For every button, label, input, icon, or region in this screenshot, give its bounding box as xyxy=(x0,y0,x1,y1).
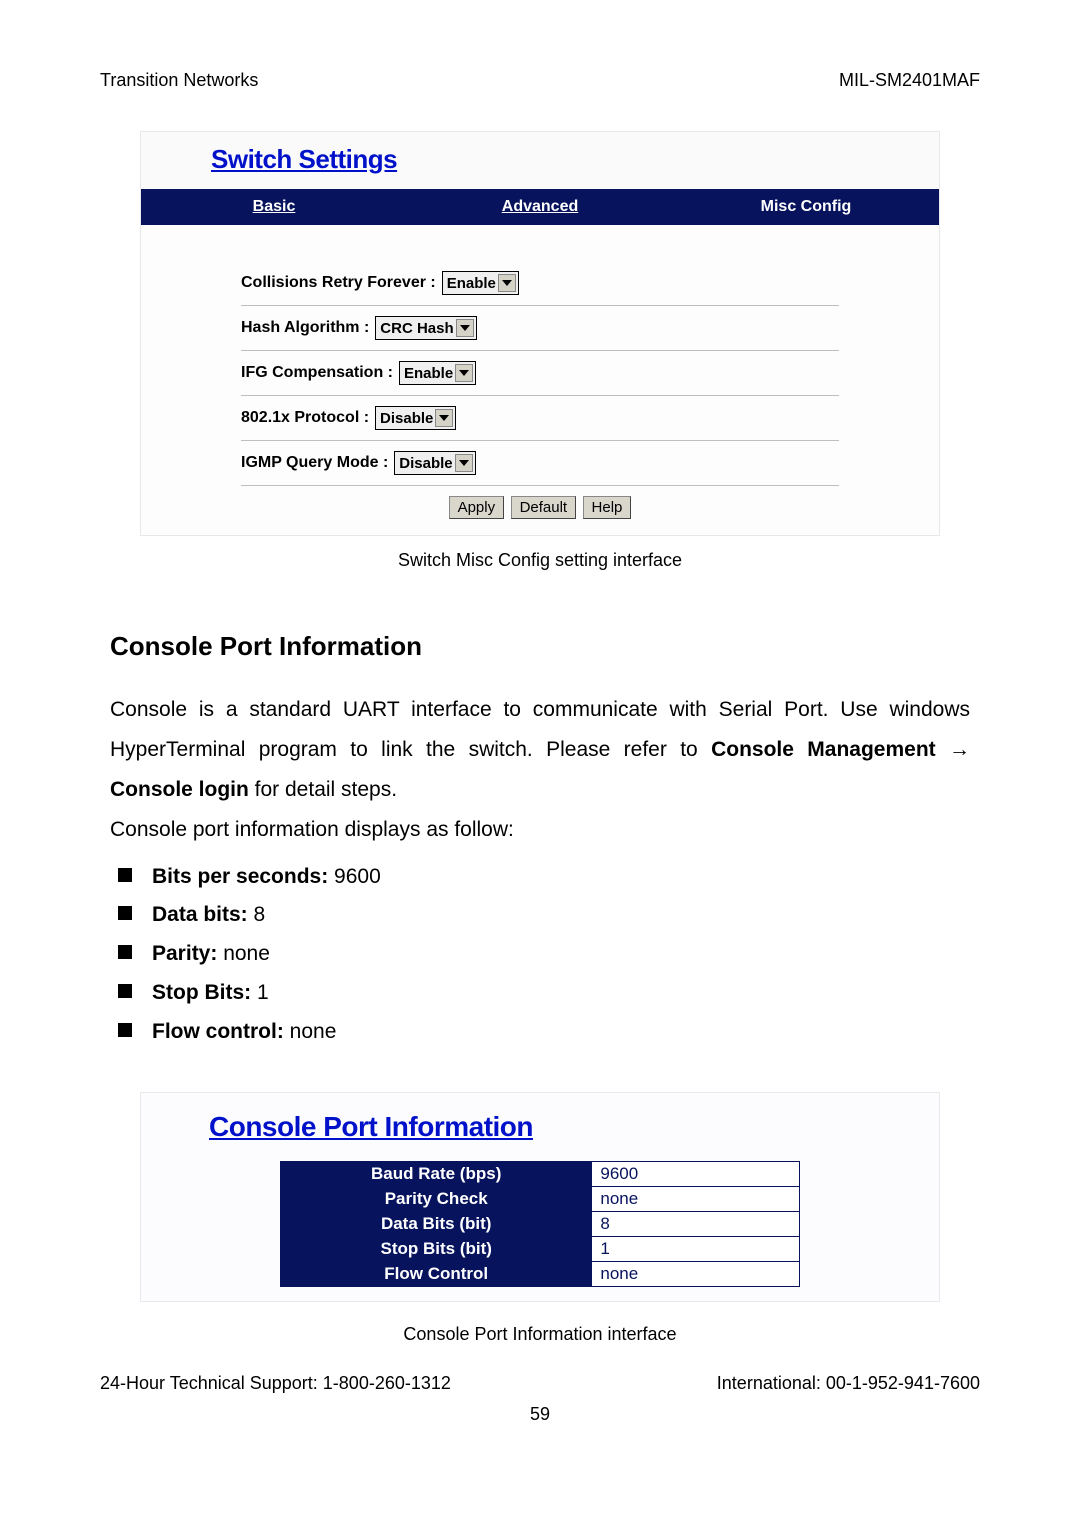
cell-key: Flow Control xyxy=(281,1261,592,1286)
row-igmp: IGMP Query Mode : Disable xyxy=(241,441,839,486)
ifg-label: IFG Compensation : xyxy=(241,364,393,382)
chevron-down-icon xyxy=(435,409,453,427)
hash-value: CRC Hash xyxy=(380,320,453,337)
table-row: Stop Bits (bit)1 xyxy=(281,1236,800,1261)
list-item: Parity: none xyxy=(110,935,970,974)
table-row: Flow Controlnone xyxy=(281,1261,800,1286)
cell-val: none xyxy=(592,1186,800,1211)
cell-key: Parity Check xyxy=(281,1186,592,1211)
footer-right: International: 00-1-952-941-7600 xyxy=(717,1373,980,1394)
cell-val: 9600 xyxy=(592,1161,800,1186)
li-value: 1 xyxy=(251,981,269,1004)
page-header: Transition Networks MIL-SM2401MAF xyxy=(100,70,980,91)
p802-label: 802.1x Protocol : xyxy=(241,409,369,427)
cell-val: 1 xyxy=(592,1236,800,1261)
chevron-down-icon xyxy=(455,454,473,472)
switch-settings-title: Switch Settings xyxy=(141,132,939,189)
li-label: Stop Bits: xyxy=(152,981,251,1004)
apply-button[interactable]: Apply xyxy=(449,496,505,519)
p1b: Console Management xyxy=(711,738,949,761)
p1d: for detail steps. xyxy=(249,778,397,801)
console-paragraph-2: Console port information displays as fol… xyxy=(110,810,970,850)
ifg-select[interactable]: Enable xyxy=(399,361,476,385)
p802-value: Disable xyxy=(380,410,433,427)
li-label: Flow control: xyxy=(152,1020,284,1043)
table-row: Parity Checknone xyxy=(281,1186,800,1211)
igmp-select[interactable]: Disable xyxy=(394,451,475,475)
cell-key: Data Bits (bit) xyxy=(281,1211,592,1236)
p1c: Console login xyxy=(110,778,249,801)
console-paragraph-1: Console is a standard UART interface to … xyxy=(110,690,970,810)
list-item: Stop Bits: 1 xyxy=(110,974,970,1013)
console-port-table: Baud Rate (bps)9600 Parity Checknone Dat… xyxy=(280,1161,800,1287)
page: Transition Networks MIL-SM2401MAF Switch… xyxy=(0,0,1080,1465)
cell-key: Stop Bits (bit) xyxy=(281,1236,592,1261)
hash-select[interactable]: CRC Hash xyxy=(375,316,476,340)
row-hash: Hash Algorithm : CRC Hash xyxy=(241,306,839,351)
collisions-label: Collisions Retry Forever : xyxy=(241,274,436,292)
list-item: Flow control: none xyxy=(110,1013,970,1052)
list-item: Bits per seconds: 9600 xyxy=(110,858,970,897)
cell-key: Baud Rate (bps) xyxy=(281,1161,592,1186)
li-label: Bits per seconds: xyxy=(152,865,328,888)
collisions-value: Enable xyxy=(447,275,496,292)
console-list: Bits per seconds: 9600 Data bits: 8 Pari… xyxy=(110,858,970,1052)
cell-val: 8 xyxy=(592,1211,800,1236)
li-value: none xyxy=(284,1020,337,1043)
table-row: Data Bits (bit)8 xyxy=(281,1211,800,1236)
row-collisions: Collisions Retry Forever : Enable xyxy=(241,261,839,306)
arrow-icon: → xyxy=(949,738,970,761)
li-value: 8 xyxy=(248,903,266,926)
form-area: Collisions Retry Forever : Enable Hash A… xyxy=(141,225,939,535)
tab-advanced[interactable]: Advanced xyxy=(407,198,673,216)
button-row: Apply Default Help xyxy=(141,486,939,521)
p802-select[interactable]: Disable xyxy=(375,406,456,430)
chevron-down-icon xyxy=(498,274,516,292)
tabs-bar: Basic Advanced Misc Config xyxy=(141,189,939,225)
igmp-value: Disable xyxy=(399,455,452,472)
hash-label: Hash Algorithm : xyxy=(241,319,369,337)
console-heading: Console Port Information xyxy=(110,631,970,662)
chevron-down-icon xyxy=(456,319,474,337)
tab-basic[interactable]: Basic xyxy=(141,198,407,216)
li-value: none xyxy=(217,942,270,965)
help-button[interactable]: Help xyxy=(583,496,632,519)
chevron-down-icon xyxy=(455,364,473,382)
table-row: Baud Rate (bps)9600 xyxy=(281,1161,800,1186)
header-right: MIL-SM2401MAF xyxy=(839,70,980,91)
collisions-select[interactable]: Enable xyxy=(442,271,519,295)
ifg-value: Enable xyxy=(404,365,453,382)
switch-settings-panel: Switch Settings Basic Advanced Misc Conf… xyxy=(140,131,940,536)
igmp-label: IGMP Query Mode : xyxy=(241,454,388,472)
console-port-title: Console Port Information xyxy=(141,1105,939,1161)
row-8021x: 802.1x Protocol : Disable xyxy=(241,396,839,441)
row-ifg: IFG Compensation : Enable xyxy=(241,351,839,396)
li-value: 9600 xyxy=(328,865,381,888)
console-port-panel: Console Port Information Baud Rate (bps)… xyxy=(140,1092,940,1302)
default-button[interactable]: Default xyxy=(511,496,577,519)
li-label: Parity: xyxy=(152,942,217,965)
footer-left: 24-Hour Technical Support: 1-800-260-131… xyxy=(100,1373,451,1394)
switch-caption: Switch Misc Config setting interface xyxy=(100,550,980,571)
page-number: 59 xyxy=(100,1404,980,1425)
list-item: Data bits: 8 xyxy=(110,896,970,935)
page-footer: 24-Hour Technical Support: 1-800-260-131… xyxy=(100,1373,980,1394)
li-label: Data bits: xyxy=(152,903,248,926)
header-left: Transition Networks xyxy=(100,70,258,91)
tab-misc-config[interactable]: Misc Config xyxy=(673,198,939,216)
cell-val: none xyxy=(592,1261,800,1286)
console-caption: Console Port Information interface xyxy=(100,1324,980,1345)
